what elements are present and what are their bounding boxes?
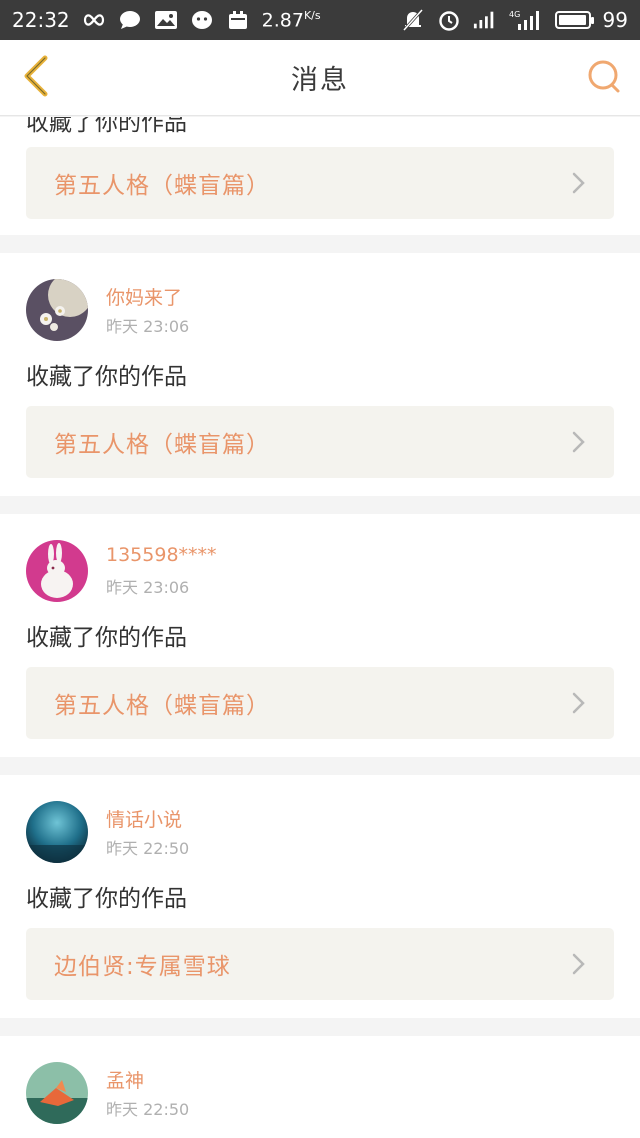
calendar-icon [226, 9, 250, 31]
avatar[interactable] [26, 279, 88, 341]
timestamp: 昨天 23:06 [106, 317, 190, 336]
work-link[interactable]: 边伯贤:专属雪球 [26, 928, 614, 1000]
divider [0, 235, 640, 253]
message-action: 收藏了你的作品 [26, 886, 187, 912]
avatar[interactable] [26, 1062, 88, 1124]
username[interactable]: 孟神 [106, 1066, 144, 1093]
username[interactable]: 135598**** [106, 544, 217, 566]
svg-text:4G: 4G [509, 10, 520, 19]
message-action: 收藏了你的作品 [26, 364, 187, 390]
chevron-right-icon [572, 692, 586, 714]
timestamp: 昨天 23:06 [106, 578, 190, 597]
list-item: 收藏了你的作品 第五人格（蝶盲篇） [0, 117, 640, 235]
username[interactable]: 情话小说 [106, 805, 182, 832]
chevron-right-icon [572, 172, 586, 194]
list-item: 135598**** 昨天 23:06 收藏了你的作品 第五人格（蝶盲篇） [0, 514, 640, 757]
chat-bubble-icon [118, 9, 142, 31]
divider [0, 496, 640, 514]
message-action: 收藏了你的作品 [26, 625, 187, 651]
network-speed: 2.87K/s [261, 8, 321, 32]
image-message-icon [154, 9, 178, 31]
work-link[interactable]: 第五人格（蝶盲篇） [26, 406, 614, 478]
status-bar: 22:32 2.87K/s 4G 99 [0, 0, 640, 40]
top-bar: 消息 [0, 40, 640, 116]
battery-icon [554, 11, 594, 29]
back-button[interactable] [16, 54, 56, 102]
list-item: 情话小说 昨天 22:50 收藏了你的作品 边伯贤:专属雪球 [0, 775, 640, 1018]
infinity-icon [82, 9, 106, 31]
list-item: 你妈来了 昨天 23:06 收藏了你的作品 第五人格（蝶盲篇） [0, 253, 640, 496]
work-title: 边伯贤:专属雪球 [54, 954, 231, 980]
divider [0, 757, 640, 775]
page-title: 消息 [291, 65, 349, 96]
avatar[interactable] [26, 540, 88, 602]
battery-percent: 99 [602, 8, 628, 32]
divider [0, 1018, 640, 1036]
work-title: 第五人格（蝶盲篇） [54, 693, 270, 719]
timestamp: 昨天 22:50 [106, 839, 190, 858]
message-list[interactable]: 收藏了你的作品 第五人格（蝶盲篇） 你妈来了 昨天 23:06 收藏了你的作品 … [0, 117, 640, 1138]
signal-4g-icon: 4G [509, 9, 543, 31]
mute-bell-icon [401, 9, 425, 31]
signal-icon [473, 9, 497, 31]
chevron-right-icon [572, 431, 586, 453]
search-button[interactable] [584, 58, 624, 98]
clock: 22:32 [12, 8, 70, 32]
chevron-left-icon [21, 54, 51, 102]
work-title: 第五人格（蝶盲篇） [54, 432, 270, 458]
alarm-icon [437, 9, 461, 31]
wechat-icon [190, 9, 214, 31]
chevron-right-icon [572, 953, 586, 975]
work-link[interactable]: 第五人格（蝶盲篇） [26, 147, 614, 219]
timestamp: 昨天 22:50 [106, 1100, 190, 1119]
list-item: 孟神 昨天 22:50 [0, 1036, 640, 1138]
work-title: 第五人格（蝶盲篇） [54, 173, 270, 199]
username[interactable]: 你妈来了 [106, 283, 182, 310]
message-action: 收藏了你的作品 [26, 117, 187, 136]
work-link[interactable]: 第五人格（蝶盲篇） [26, 667, 614, 739]
search-icon [586, 58, 622, 98]
avatar[interactable] [26, 801, 88, 863]
